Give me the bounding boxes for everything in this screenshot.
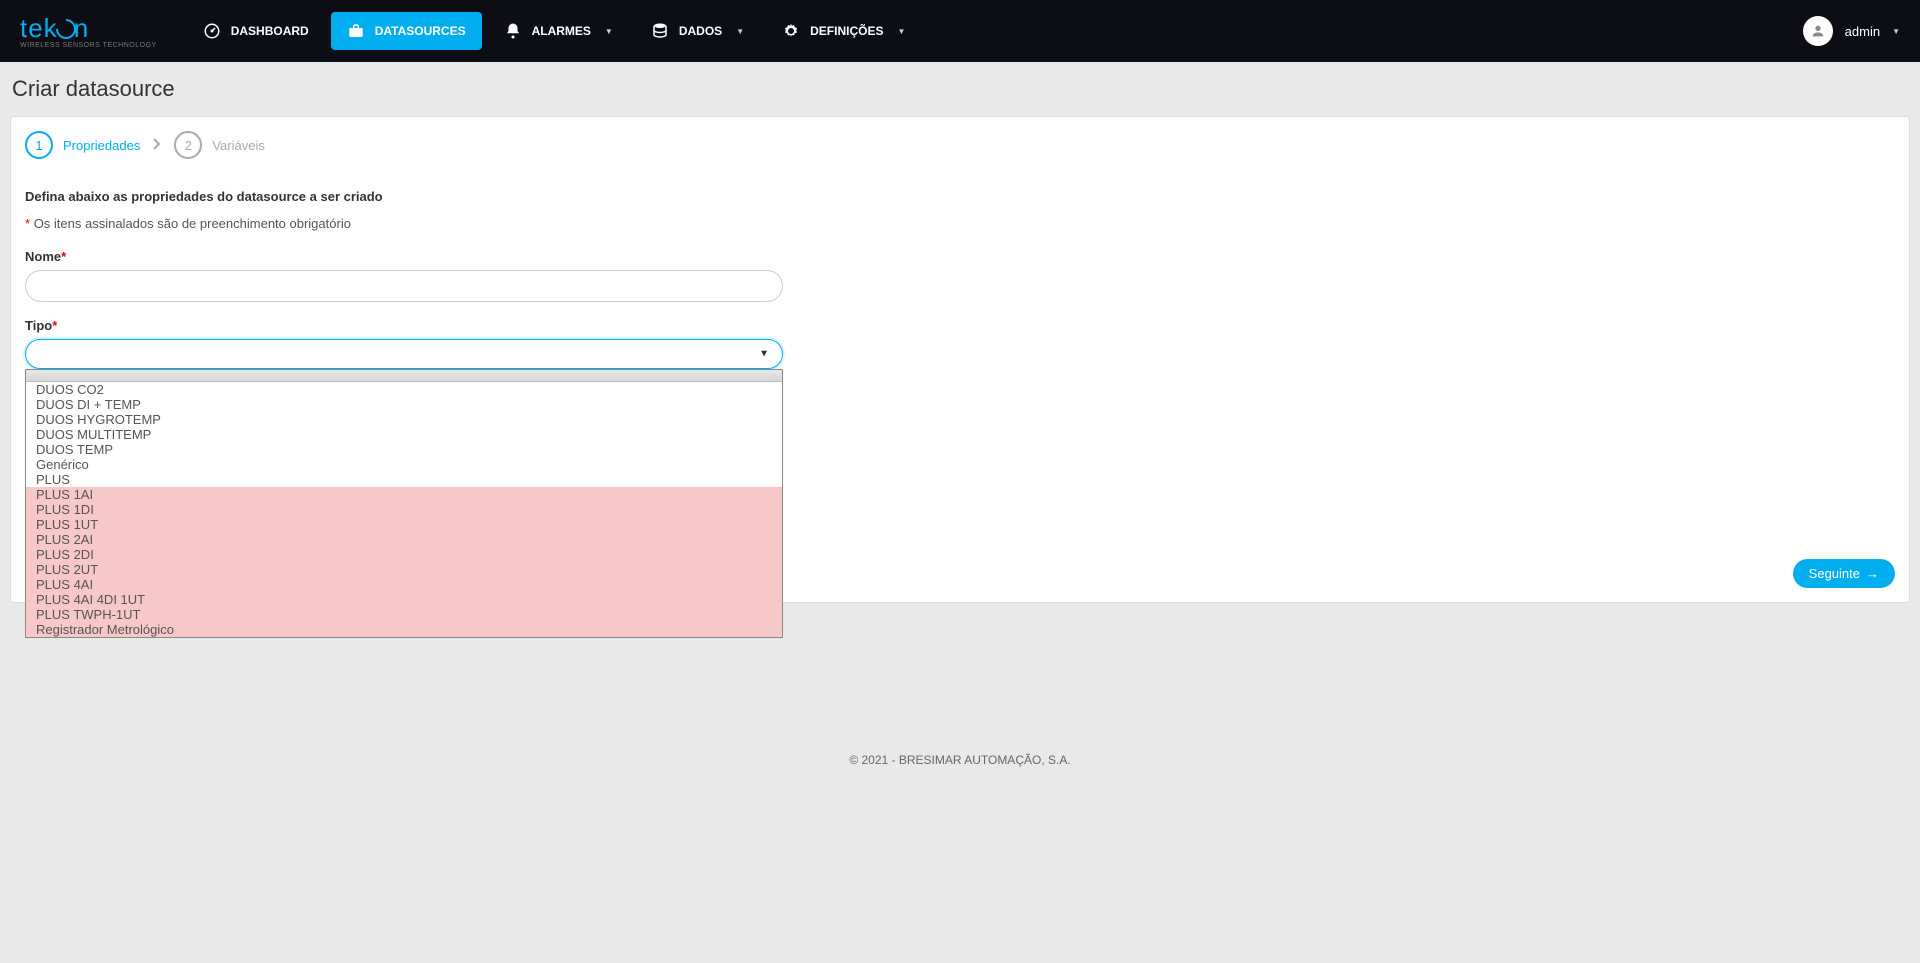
- bell-icon: [504, 22, 522, 40]
- step-label: Variáveis: [212, 138, 265, 153]
- required-note: * Os itens assinalados são de preenchime…: [25, 216, 1895, 231]
- required-star: *: [25, 216, 30, 231]
- user-menu[interactable]: admin ▼: [1803, 16, 1900, 46]
- dropdown-item[interactable]: DUOS DI + TEMP: [26, 397, 782, 412]
- dropdown-header: [26, 370, 782, 382]
- arrow-right-icon: →: [1866, 566, 1879, 581]
- nome-input[interactable]: [25, 270, 783, 302]
- dropdown-item[interactable]: PLUS TWPH-1UT: [26, 607, 782, 622]
- dropdown-item[interactable]: Genérico: [26, 457, 782, 472]
- dropdown-item[interactable]: PLUS 2AI: [26, 532, 782, 547]
- tipo-select[interactable]: [25, 339, 783, 369]
- avatar: [1803, 16, 1833, 46]
- dropdown-item[interactable]: Registrador Metrológico: [26, 622, 782, 637]
- database-icon: [651, 22, 669, 40]
- brand-logo[interactable]: tekn WIRELESS SENSORS TECHNOLOGY: [20, 13, 157, 49]
- chevron-down-icon: ▼: [605, 27, 613, 36]
- page-title: Criar datasource: [0, 62, 1920, 116]
- nav-dashboard[interactable]: DASHBOARD: [187, 12, 325, 50]
- nav-label: ALARMES: [532, 24, 591, 38]
- nav-definicoes[interactable]: DEFINIÇÕES ▼: [766, 12, 921, 50]
- step-number: 1: [25, 131, 53, 159]
- header-left: tekn WIRELESS SENSORS TECHNOLOGY DASHBOA…: [20, 12, 921, 50]
- step-propriedades[interactable]: 1 Propriedades: [25, 131, 140, 159]
- nav-label: DADOS: [679, 24, 722, 38]
- chevron-right-icon: [152, 137, 162, 154]
- nav-alarmes[interactable]: ALARMES ▼: [488, 12, 629, 50]
- dropdown-item[interactable]: PLUS 4AI: [26, 577, 782, 592]
- nav-label: DATASOURCES: [375, 24, 466, 38]
- dropdown-item[interactable]: DUOS HYGROTEMP: [26, 412, 782, 427]
- dropdown-item[interactable]: PLUS 4AI 4DI 1UT: [26, 592, 782, 607]
- main-nav: DASHBOARD DATASOURCES ALARMES ▼ DADOS: [187, 12, 922, 50]
- required-star: *: [61, 249, 66, 264]
- form-card: 1 Propriedades 2 Variáveis Defina abaixo…: [10, 116, 1910, 603]
- nav-label: DEFINIÇÕES: [810, 24, 883, 38]
- user-name: admin: [1845, 24, 1880, 39]
- required-star: *: [52, 318, 57, 333]
- chevron-down-icon: ▼: [736, 27, 744, 36]
- dropdown-item[interactable]: DUOS CO2: [26, 382, 782, 397]
- nav-label: DASHBOARD: [231, 24, 309, 38]
- dropdown-item[interactable]: PLUS 1UT: [26, 517, 782, 532]
- tipo-label: Tipo*: [25, 318, 783, 333]
- tipo-select-wrap: ▼: [25, 339, 783, 369]
- nav-dados[interactable]: DADOS ▼: [635, 12, 760, 50]
- dropdown-item[interactable]: PLUS 2UT: [26, 562, 782, 577]
- tipo-dropdown: DUOS CO2DUOS DI + TEMPDUOS HYGROTEMPDUOS…: [25, 369, 783, 638]
- brand-tagline: WIRELESS SENSORS TECHNOLOGY: [20, 42, 157, 49]
- nav-datasources[interactable]: DATASOURCES: [331, 12, 482, 50]
- chevron-down-icon: ▼: [1892, 27, 1900, 36]
- dropdown-item[interactable]: DUOS MULTITEMP: [26, 427, 782, 442]
- gear-icon: [782, 22, 800, 40]
- nome-group: Nome*: [25, 249, 783, 302]
- nome-label: Nome*: [25, 249, 783, 264]
- top-header: tekn WIRELESS SENSORS TECHNOLOGY DASHBOA…: [0, 0, 1920, 62]
- form-intro: Defina abaixo as propriedades do datasou…: [25, 189, 1895, 204]
- page-footer: © 2021 - BRESIMAR AUTOMAÇÃO, S.A.: [0, 753, 1920, 787]
- dropdown-item[interactable]: DUOS TEMP: [26, 442, 782, 457]
- dashboard-icon: [203, 22, 221, 40]
- briefcase-icon: [347, 22, 365, 40]
- chevron-down-icon: ▼: [897, 27, 905, 36]
- stepper: 1 Propriedades 2 Variáveis: [25, 131, 1895, 159]
- step-variaveis[interactable]: 2 Variáveis: [174, 131, 265, 159]
- dropdown-item[interactable]: PLUS: [26, 472, 782, 487]
- dropdown-item[interactable]: PLUS 1AI: [26, 487, 782, 502]
- tipo-group: Tipo* ▼ DUOS CO2DUOS DI + TEMPDUOS HYGRO…: [25, 318, 783, 369]
- dropdown-item[interactable]: PLUS 2DI: [26, 547, 782, 562]
- dropdown-item[interactable]: PLUS 1DI: [26, 502, 782, 517]
- next-button[interactable]: Seguinte →: [1793, 559, 1895, 588]
- brand-name: tekn: [20, 13, 157, 44]
- step-number: 2: [174, 131, 202, 159]
- step-label: Propriedades: [63, 138, 140, 153]
